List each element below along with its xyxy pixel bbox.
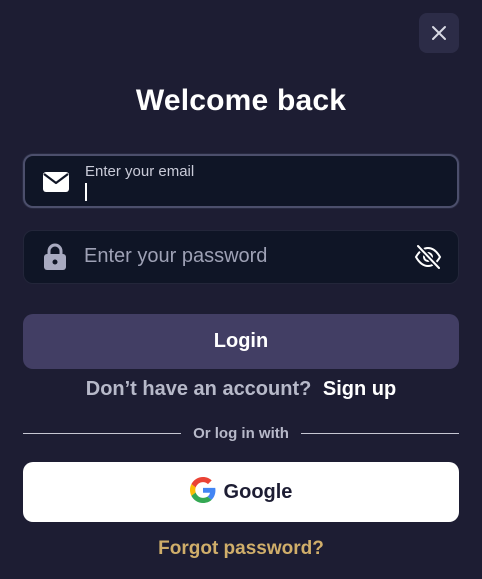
close-button[interactable]: [419, 13, 459, 53]
password-field[interactable]: Enter your password: [23, 230, 459, 284]
divider-line-left: [23, 432, 182, 434]
signup-row: Don’t have an account? Sign up: [0, 378, 482, 401]
email-field[interactable]: Enter your email: [23, 154, 459, 208]
dialog-title: Welcome back: [135, 84, 347, 117]
email-label: Enter your email: [85, 163, 195, 180]
google-label: Google: [223, 480, 293, 503]
close-icon: [432, 26, 446, 40]
envelope-icon: [42, 171, 70, 193]
lock-icon: [43, 243, 67, 271]
divider-line-right: [300, 432, 460, 434]
signup-link[interactable]: Sign up: [323, 378, 396, 400]
divider-text: Or log in with: [193, 424, 289, 442]
forgot-password-link[interactable]: Forgot password?: [0, 538, 482, 560]
password-placeholder: Enter your password: [84, 245, 268, 267]
login-button[interactable]: Login: [23, 314, 459, 369]
text-cursor: [85, 183, 87, 201]
divider: Or log in with: [23, 423, 460, 443]
signup-prompt: Don’t have an account?: [85, 378, 312, 400]
google-logo-icon: [189, 476, 216, 508]
eye-slash-icon[interactable]: [414, 243, 442, 276]
google-login-button[interactable]: Google: [23, 462, 459, 522]
